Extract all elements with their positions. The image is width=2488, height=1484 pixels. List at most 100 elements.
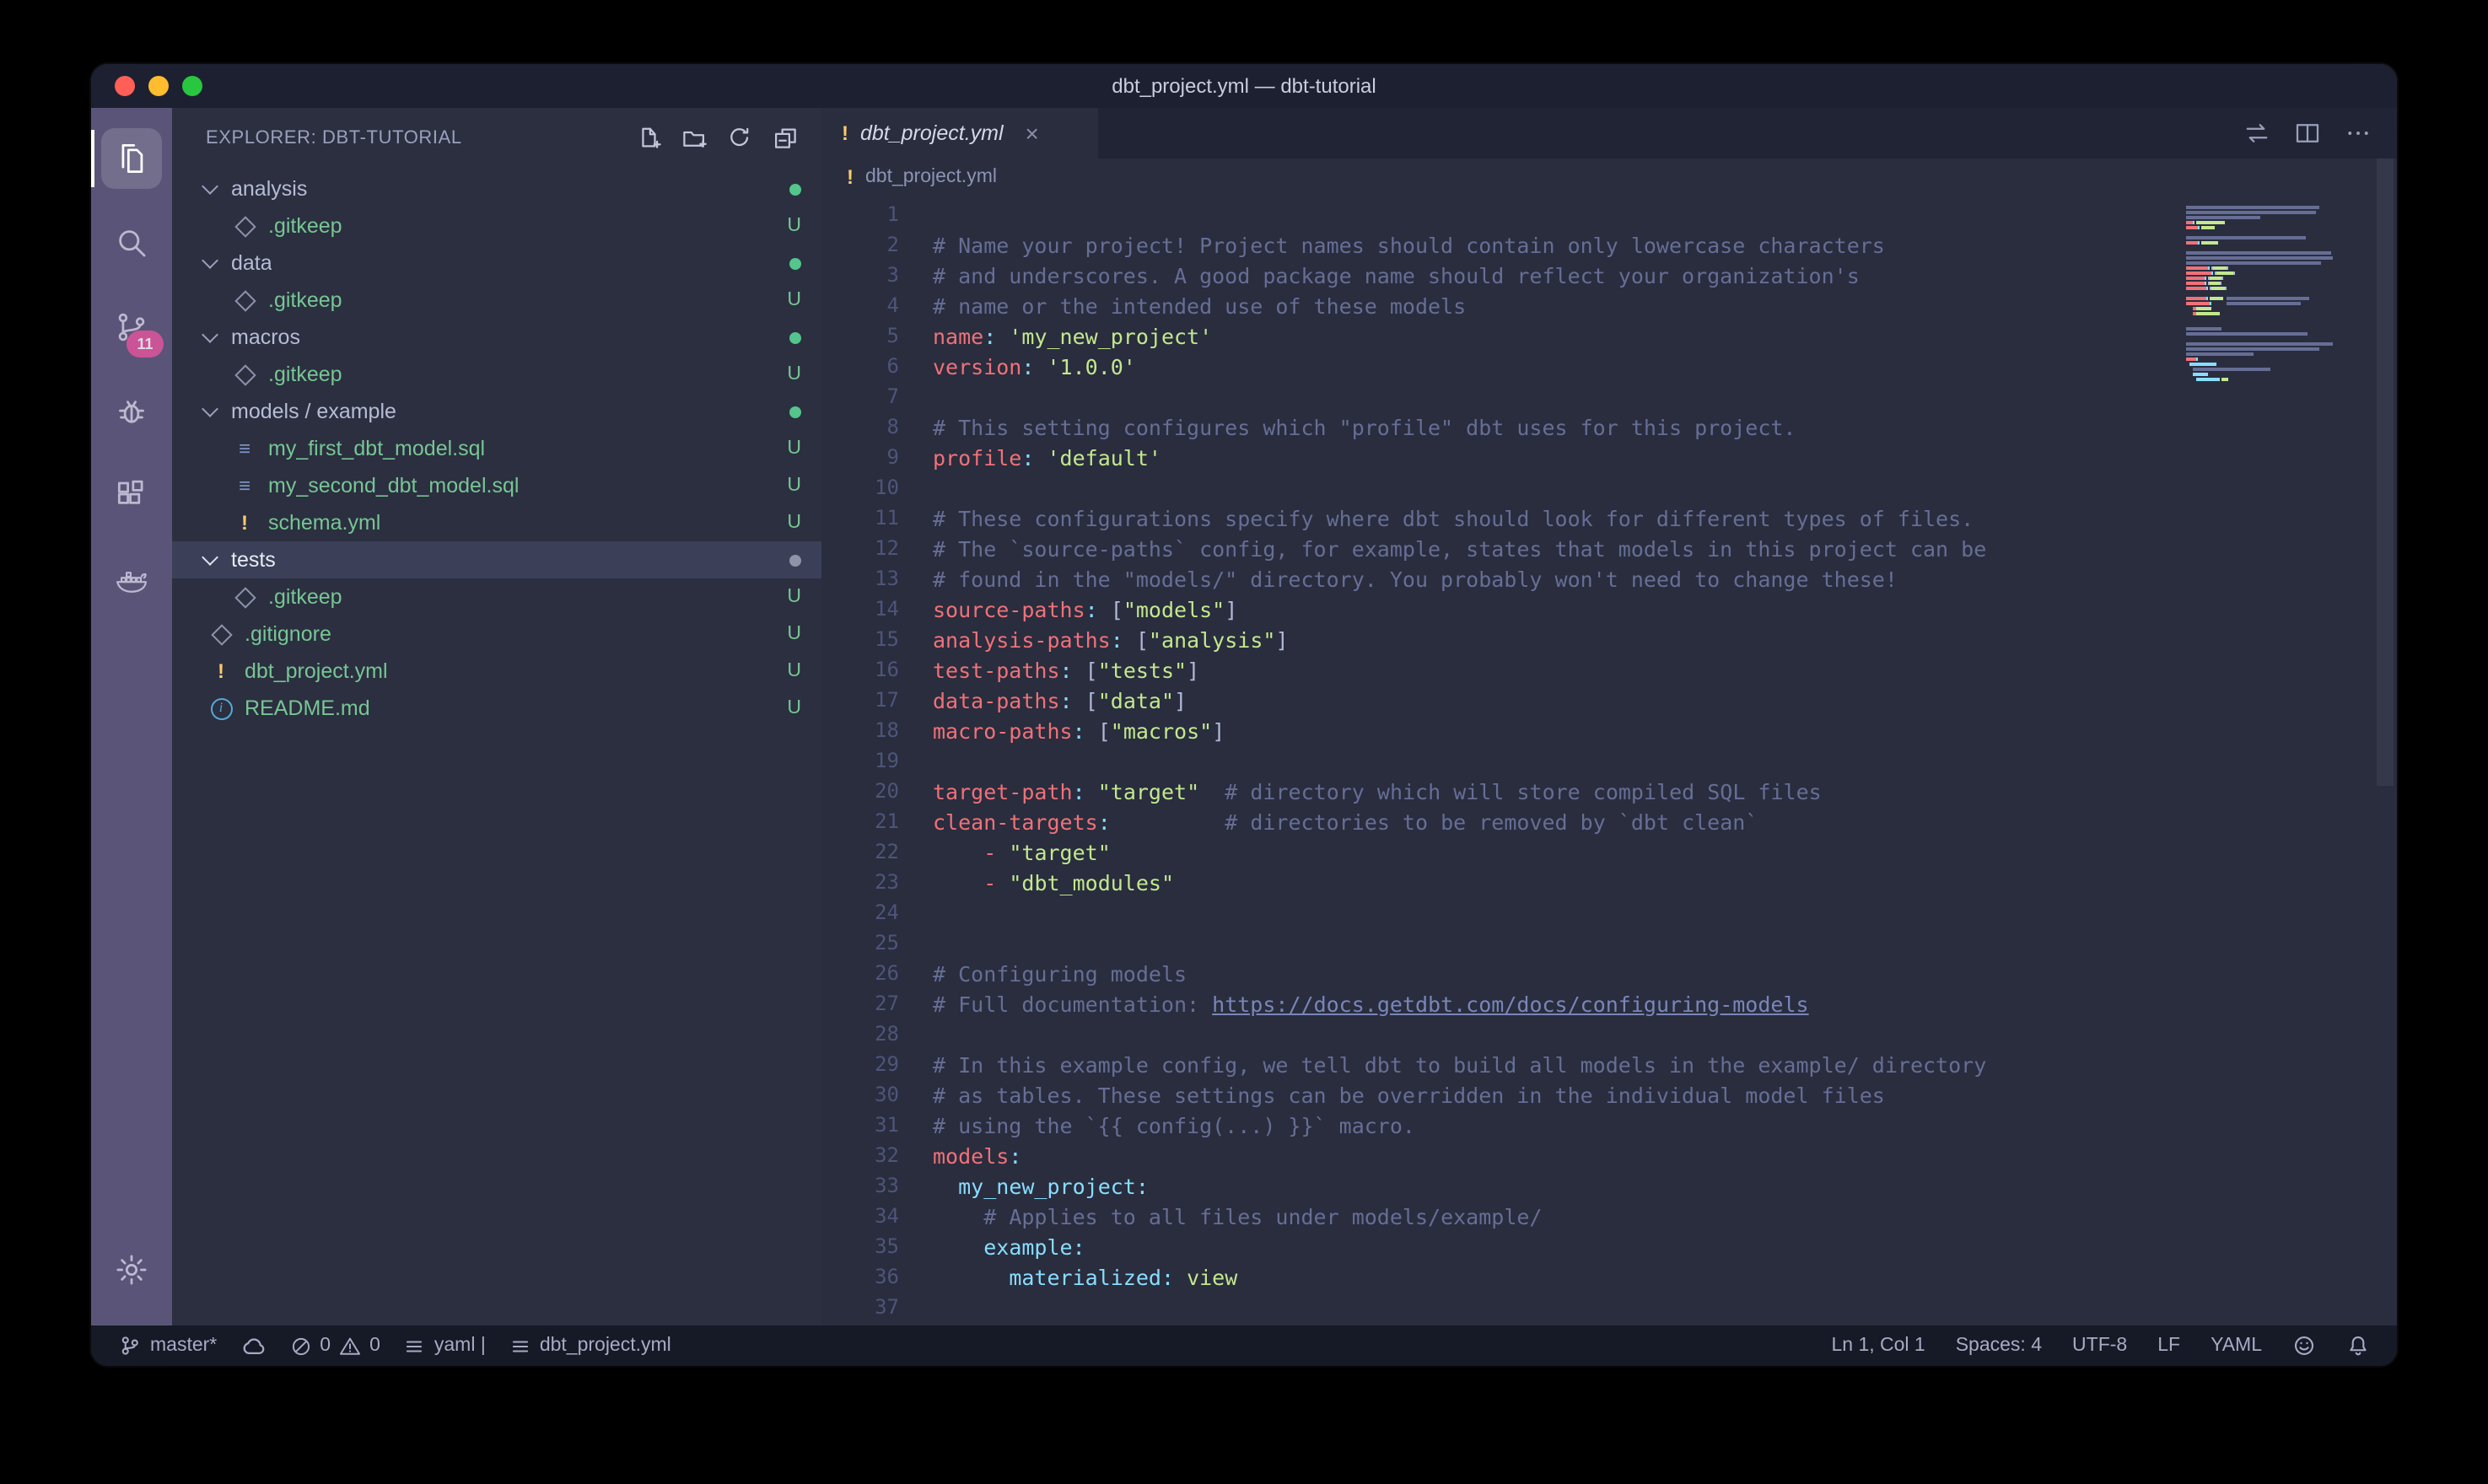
problems-indicator[interactable]: 0 0 <box>289 1335 380 1357</box>
tree-file-gitignore[interactable]: .gitignoreU <box>172 616 821 653</box>
line-content: target-path: "target" # directory which … <box>899 778 1822 804</box>
activity-settings[interactable] <box>91 1228 172 1312</box>
code-line-33[interactable]: 33 my_new_project: <box>821 1170 2397 1201</box>
activity-search[interactable] <box>91 201 172 285</box>
split-editor-button[interactable] <box>2292 118 2323 148</box>
code-line-26[interactable]: 26# Configuring models <box>821 958 2397 988</box>
new-file-button[interactable] <box>631 121 665 154</box>
code-editor[interactable]: 12# Name your project! Project names sho… <box>821 196 2397 1325</box>
code-line-19[interactable]: 19 <box>821 745 2397 776</box>
tab-dbt-project-yml[interactable]: dbt_project.yml <box>821 108 1098 159</box>
tree-item-label: dbt_project.yml <box>245 659 388 683</box>
titlebar: dbt_project.yml — dbt-tutorial <box>91 64 2397 108</box>
breadcrumb[interactable]: dbt_project.yml <box>821 159 2397 196</box>
code-line-3[interactable]: 3# and underscores. A good package name … <box>821 260 2397 290</box>
sync-button[interactable] <box>240 1333 266 1358</box>
code-line-20[interactable]: 20target-path: "target" # directory whic… <box>821 776 2397 806</box>
code-line-18[interactable]: 18macro-paths: ["macros"] <box>821 715 2397 745</box>
minimize-window-button[interactable] <box>148 76 169 96</box>
collapse-folders-button[interactable] <box>767 121 801 154</box>
new-folder-button[interactable] <box>676 121 710 154</box>
cursor-position[interactable]: Ln 1, Col 1 <box>1831 1336 1925 1356</box>
tree-file-gitkeep[interactable]: .gitkeepU <box>172 578 821 616</box>
line-number: 25 <box>821 931 899 954</box>
code-line-8[interactable]: 8# This setting configures which "profil… <box>821 411 2397 442</box>
code-line-34[interactable]: 34 # Applies to all files under models/e… <box>821 1201 2397 1231</box>
code-line-37[interactable]: 37 <box>821 1292 2397 1322</box>
code-line-5[interactable]: 5name: 'my_new_project' <box>821 320 2397 351</box>
language-mode[interactable]: YAML <box>2211 1336 2262 1356</box>
code-line-30[interactable]: 30# as tables. These settings can be ove… <box>821 1079 2397 1110</box>
scrollbar[interactable] <box>2377 159 2394 786</box>
more-actions-button[interactable] <box>2343 118 2373 148</box>
notifications-button[interactable] <box>2346 1334 2370 1358</box>
tree-file-gitkeep[interactable]: .gitkeepU <box>172 207 821 245</box>
code-line-17[interactable]: 17data-paths: ["data"] <box>821 685 2397 715</box>
code-line-14[interactable]: 14source-paths: ["models"] <box>821 594 2397 624</box>
tree-file-gitkeep[interactable]: .gitkeepU <box>172 282 821 319</box>
git-file-icon <box>233 293 256 308</box>
code-line-2[interactable]: 2# Name your project! Project names shou… <box>821 229 2397 260</box>
close-window-button[interactable] <box>115 76 135 96</box>
code-line-6[interactable]: 6version: '1.0.0' <box>821 351 2397 381</box>
line-number: 14 <box>821 597 899 621</box>
code-line-28[interactable]: 28 <box>821 1019 2397 1049</box>
minimap-line <box>2186 266 2341 270</box>
minimap-line <box>2186 241 2341 245</box>
code-line-9[interactable]: 9profile: 'default' <box>821 442 2397 472</box>
activity-run-debug[interactable] <box>91 369 172 454</box>
tree-folder-analysis[interactable]: analysis <box>172 170 821 207</box>
code-line-27[interactable]: 27# Full documentation: https://docs.get… <box>821 988 2397 1019</box>
status-right: Ln 1, Col 1 Spaces: 4 UTF-8 LF YAML <box>1831 1334 2370 1358</box>
dbt-file-status-item[interactable]: dbt_project.yml <box>509 1335 671 1357</box>
code-line-1[interactable]: 1 <box>821 199 2397 229</box>
encoding-setting[interactable]: UTF-8 <box>2072 1336 2127 1356</box>
code-line-21[interactable]: 21clean-targets: # directories to be rem… <box>821 806 2397 836</box>
code-line-35[interactable]: 35 example: <box>821 1231 2397 1261</box>
code-line-7[interactable]: 7 <box>821 381 2397 411</box>
tree-folder-data[interactable]: data <box>172 245 821 282</box>
code-line-22[interactable]: 22 - "target" <box>821 836 2397 867</box>
code-line-23[interactable]: 23 - "dbt_modules" <box>821 867 2397 897</box>
code-line-32[interactable]: 32models: <box>821 1140 2397 1170</box>
feedback-smiley-button[interactable] <box>2292 1334 2316 1358</box>
eol-setting[interactable]: LF <box>2157 1336 2180 1356</box>
code-line-16[interactable]: 16test-paths: ["tests"] <box>821 654 2397 685</box>
scm-badge: 11 <box>127 331 164 358</box>
minimap[interactable] <box>2186 201 2341 388</box>
activity-extensions[interactable] <box>91 454 172 538</box>
code-line-25[interactable]: 25 <box>821 928 2397 958</box>
tree-file-gitkeep[interactable]: .gitkeepU <box>172 356 821 393</box>
code-line-12[interactable]: 12# The `source-paths` config, for examp… <box>821 533 2397 563</box>
zoom-window-button[interactable] <box>182 76 202 96</box>
warning-count: 0 <box>369 1336 380 1356</box>
branch-indicator[interactable]: master* <box>118 1334 217 1358</box>
compare-changes-button[interactable] <box>2242 118 2272 148</box>
line-content: # Configuring models <box>899 960 1187 986</box>
code-line-29[interactable]: 29# In this example config, we tell dbt … <box>821 1049 2397 1079</box>
tree-file-schema-yml[interactable]: schema.ymlU <box>172 504 821 541</box>
refresh-explorer-button[interactable] <box>722 121 756 154</box>
code-line-10[interactable]: 10 <box>821 472 2397 503</box>
tree-folder-models-example[interactable]: models / example <box>172 393 821 430</box>
activity-docker[interactable] <box>91 538 172 622</box>
code-line-31[interactable]: 31# using the `{{ config(...) }}` macro. <box>821 1110 2397 1140</box>
tree-folder-macros[interactable]: macros <box>172 319 821 356</box>
tree-file-readme-md[interactable]: README.mdU <box>172 690 821 727</box>
code-line-24[interactable]: 24 <box>821 897 2397 928</box>
tree-file-my-first-dbt-model-sql[interactable]: my_first_dbt_model.sqlU <box>172 430 821 467</box>
yaml-status-item[interactable]: yaml | <box>404 1335 486 1357</box>
activity-explorer[interactable] <box>91 116 172 201</box>
code-line-15[interactable]: 15analysis-paths: ["analysis"] <box>821 624 2397 654</box>
tree-file-my-second-dbt-model-sql[interactable]: my_second_dbt_model.sqlU <box>172 467 821 504</box>
code-line-4[interactable]: 4# name or the intended use of these mod… <box>821 290 2397 320</box>
code-line-36[interactable]: 36 materialized: view <box>821 1261 2397 1292</box>
code-line-13[interactable]: 13# found in the "models/" directory. Yo… <box>821 563 2397 594</box>
code-line-11[interactable]: 11# These configurations specify where d… <box>821 503 2397 533</box>
tree-folder-tests[interactable]: tests <box>172 541 821 578</box>
activity-source-control[interactable]: 11 <box>91 285 172 369</box>
indentation-setting[interactable]: Spaces: 4 <box>1956 1336 2042 1356</box>
tree-file-dbt-project-yml[interactable]: dbt_project.ymlU <box>172 653 821 690</box>
minimap-line <box>2186 342 2341 346</box>
close-tab-icon[interactable] <box>1026 121 1039 145</box>
